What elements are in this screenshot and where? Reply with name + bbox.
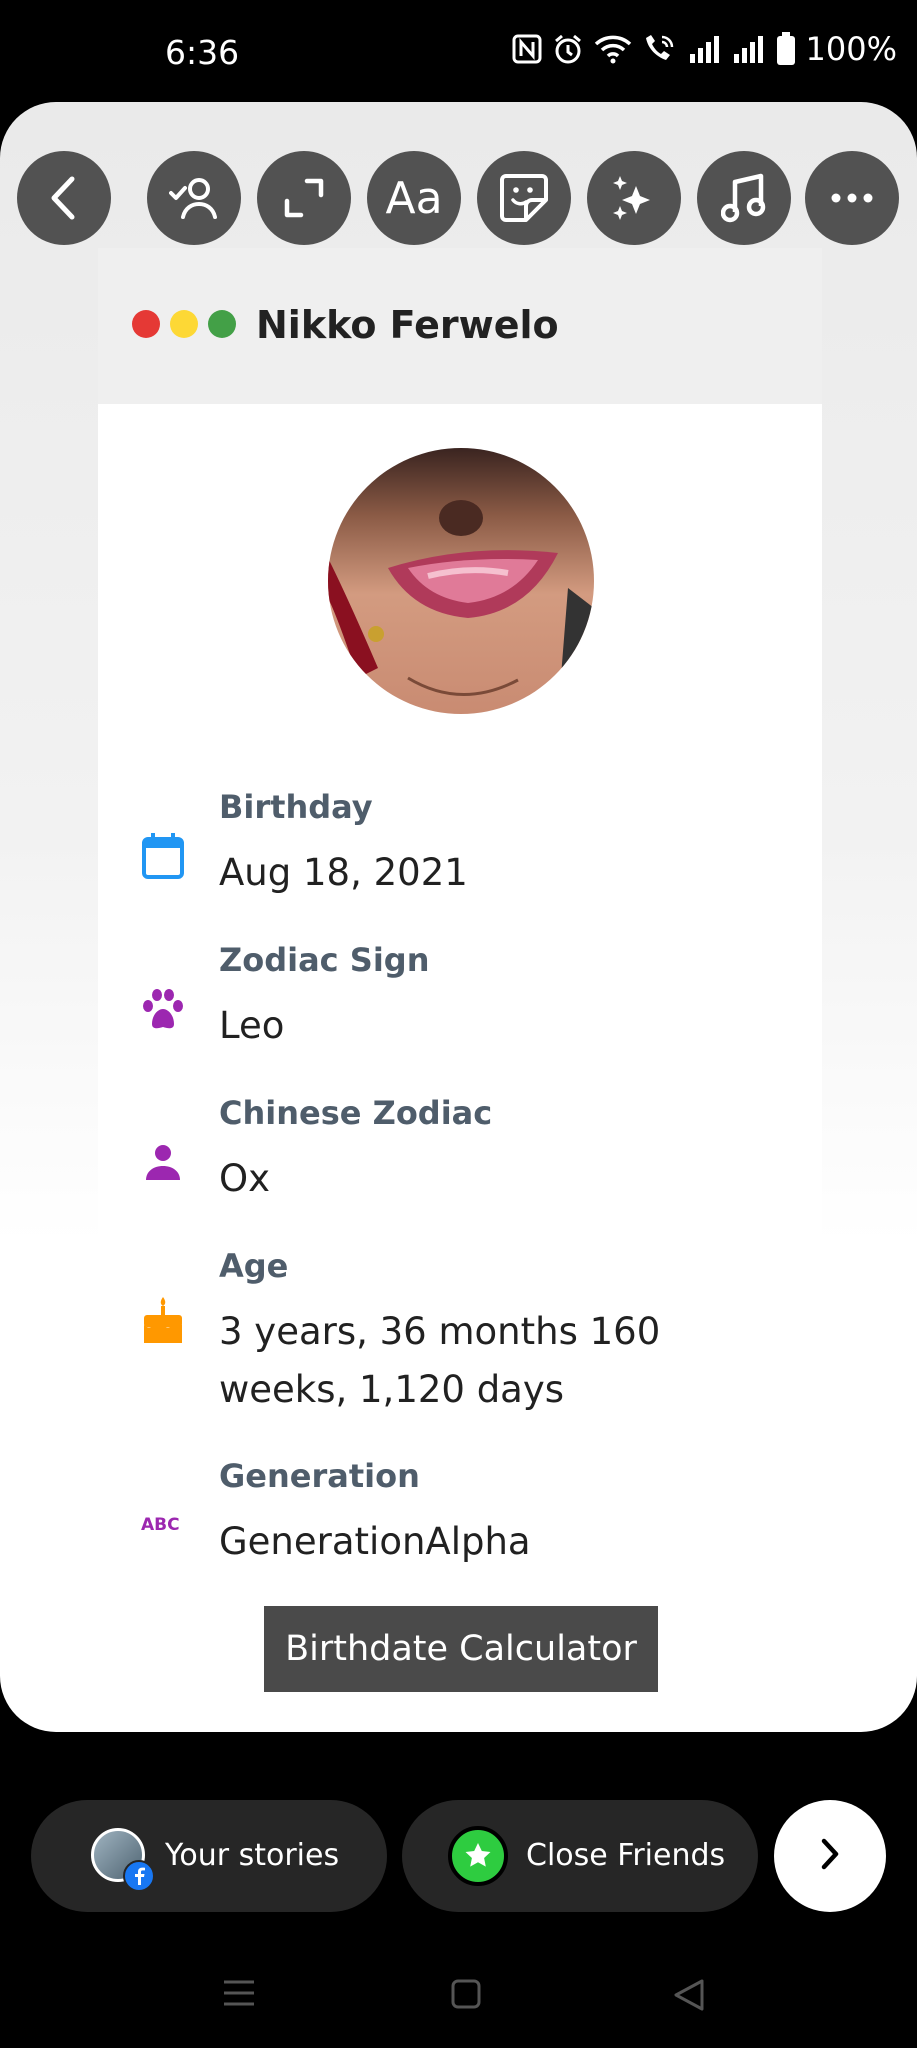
signal-icon-2 [732,34,766,64]
birthdate-calculator-button[interactable]: Birthdate Calculator [264,1606,658,1692]
person-icon [140,1139,186,1185]
chevron-right-icon [819,1837,841,1876]
info-row-chinese-zodiac: Chinese Zodiac Ox [98,1094,822,1204]
more-button[interactable] [805,151,899,245]
music-button[interactable] [697,151,791,245]
age-label: Age [219,1247,289,1285]
battery-icon [776,32,796,66]
home-icon[interactable] [450,1978,482,2015]
window-dot-green [208,310,236,338]
music-icon [721,172,767,224]
menu-icon[interactable] [222,1978,256,2013]
avatar [328,448,594,714]
nfc-icon [512,34,542,64]
your-stories-button[interactable]: Your stories [31,1800,387,1912]
share-bar: Your stories Close Friends [0,1800,917,1915]
svg-text:ABC: ABC [141,1515,180,1533]
info-row-generation: ABC Generation GenerationAlpha [98,1457,822,1567]
profile-card: Nikko Ferwelo Birthday Aug 18, 2021 Zodi… [98,248,822,1678]
info-row-zodiac-sign: Zodiac Sign Leo [98,941,822,1051]
close-friends-star-icon [448,1826,508,1886]
battery-percent: 100% [805,30,897,68]
next-button[interactable] [774,1800,886,1912]
paw-icon [140,986,186,1032]
story-canvas[interactable]: Aa Nikko Ferwelo Birthday Aug 18, 2021 Z… [0,102,917,1732]
abc-icon: ABC [140,1500,186,1546]
info-row-age: Age 3 years, 36 months 160 weeks, 1,120 … [98,1247,822,1417]
facebook-icon [123,1860,155,1892]
status-icons: 100% [512,30,897,68]
status-bar: 6:36 100% [0,0,917,100]
chinese-zodiac-value: Ox [219,1157,271,1200]
close-friends-button[interactable]: Close Friends [402,1800,758,1912]
generation-value: GenerationAlpha [219,1520,531,1563]
card-title: Nikko Ferwelo [256,303,559,347]
sticker-icon [498,172,550,224]
birthday-value: Aug 18, 2021 [219,851,468,894]
zodiac-sign-label: Zodiac Sign [219,941,430,979]
generation-label: Generation [219,1457,420,1495]
birthday-label: Birthday [219,788,373,826]
close-friends-label: Close Friends [526,1838,726,1873]
cake-icon [140,1297,186,1343]
wifi-icon [594,34,632,64]
effects-icon [606,170,662,226]
mention-button[interactable] [147,151,241,245]
zodiac-sign-value: Leo [219,1004,285,1047]
info-row-birthday: Birthday Aug 18, 2021 [98,788,822,898]
text-icon: Aa [385,172,443,224]
card-header: Nikko Ferwelo [98,248,822,404]
calendar-icon [140,833,186,879]
window-dot-red [132,310,160,338]
resize-button[interactable] [257,151,351,245]
age-value: 3 years, 36 months 160 weeks, 1,120 days [219,1310,661,1411]
text-button[interactable]: Aa [367,151,461,245]
window-dot-yellow [170,310,198,338]
story-toolbar: Aa [0,151,917,247]
back-button[interactable] [17,151,111,245]
resize-icon [281,175,327,221]
chinese-zodiac-label: Chinese Zodiac [219,1094,493,1132]
status-time: 6:36 [165,33,240,72]
alarm-icon [552,33,584,65]
signal-icon [688,34,722,64]
mention-icon [169,175,219,221]
system-nav-bar [0,1960,917,2048]
wifi-calling-icon [642,33,678,65]
back-icon [44,173,84,223]
effects-button[interactable] [587,151,681,245]
your-stories-label: Your stories [165,1838,340,1873]
more-icon [830,192,874,204]
sticker-button[interactable] [477,151,571,245]
back-nav-icon[interactable] [672,1978,706,2017]
